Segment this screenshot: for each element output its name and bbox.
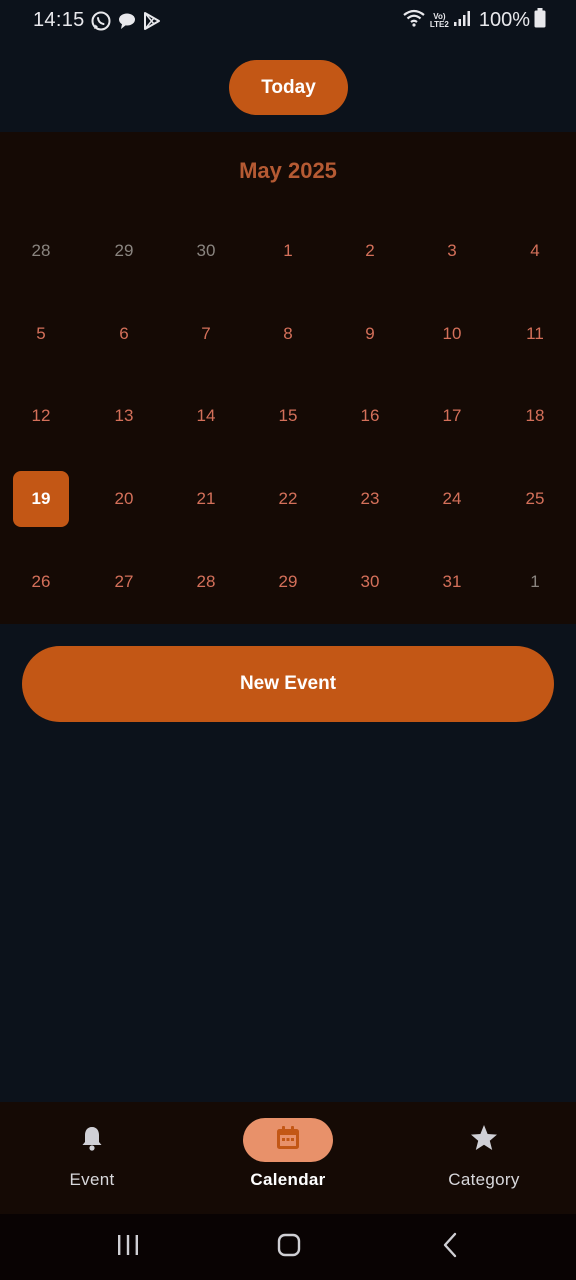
signal-icon: [453, 9, 471, 32]
back-button[interactable]: [431, 1232, 471, 1262]
calendar-day[interactable]: 9: [342, 306, 398, 362]
calendar-day[interactable]: 18: [507, 388, 563, 444]
calendar-day-outside-month[interactable]: 29: [96, 223, 152, 279]
nav-label-calendar: Calendar: [250, 1170, 326, 1189]
calendar-day[interactable]: 28: [178, 554, 234, 610]
calendar-day[interactable]: 13: [96, 388, 152, 444]
status-time: 14:15: [33, 9, 85, 31]
calendar-day[interactable]: 3: [424, 223, 480, 279]
calendar-day[interactable]: 6: [96, 306, 152, 362]
month-title: May 2025: [239, 158, 337, 183]
calendar-day[interactable]: 7: [178, 306, 234, 362]
battery-percentage: 100%: [478, 9, 530, 31]
network-label-bottom: LTE2: [429, 19, 449, 29]
whatsapp-icon: [90, 10, 112, 37]
calendar-day[interactable]: 23: [342, 471, 398, 527]
recent-apps-button[interactable]: [108, 1232, 148, 1262]
calendar-day-selected[interactable]: 19: [13, 471, 69, 527]
calendar-day[interactable]: 15: [260, 388, 316, 444]
calendar-day[interactable]: 26: [13, 554, 69, 610]
calendar-day[interactable]: 20: [96, 471, 152, 527]
wifi-icon: [402, 8, 426, 33]
calendar-day-outside-month[interactable]: 1: [507, 554, 563, 610]
calendar-day[interactable]: 25: [507, 471, 563, 527]
nav-item-category[interactable]: Category: [404, 1116, 564, 1206]
battery-icon: [534, 8, 546, 33]
calendar-day[interactable]: 5: [13, 306, 69, 362]
status-app-icons: [90, 10, 162, 37]
calendar-day[interactable]: 22: [260, 471, 316, 527]
calendar-day[interactable]: 31: [424, 554, 480, 610]
today-button[interactable]: Today: [229, 60, 348, 115]
calendar-day[interactable]: 29: [260, 554, 316, 610]
back-icon: [440, 1232, 462, 1263]
calendar-day[interactable]: 8: [260, 306, 316, 362]
calendar-day[interactable]: 24: [424, 471, 480, 527]
nav-item-calendar[interactable]: Calendar: [208, 1116, 368, 1206]
nav-label-event: Event: [69, 1170, 115, 1189]
nav-item-event[interactable]: Event: [12, 1116, 172, 1206]
nav-pill-category: [439, 1118, 529, 1162]
calendar-day[interactable]: 21: [178, 471, 234, 527]
calendar-day[interactable]: 17: [424, 388, 480, 444]
chat-bubble-icon: [117, 11, 137, 36]
home-icon: [276, 1232, 302, 1263]
status-indicators: Vo) LTE2 100%: [402, 8, 546, 33]
calendar-day[interactable]: 1: [260, 223, 316, 279]
calendar-day[interactable]: 2: [342, 223, 398, 279]
system-navigation-bar: [0, 1214, 576, 1280]
calendar-day[interactable]: 30: [342, 554, 398, 610]
calendar-day[interactable]: 11: [507, 306, 563, 362]
calendar-panel: May 2025 28 29 30 1 2 3 4 5 6 7 8 9 10 11 12 13 14 15 16 17…: [0, 132, 576, 624]
calendar-day[interactable]: 10: [424, 306, 480, 362]
bell-icon: [78, 1124, 106, 1157]
nav-pill-event: [47, 1118, 137, 1162]
bottom-navigation: Event Calendar Category: [0, 1102, 576, 1214]
home-button[interactable]: [269, 1232, 309, 1262]
star-icon: [469, 1123, 499, 1158]
calendar-day-outside-month[interactable]: 28: [13, 223, 69, 279]
status-bar: 14:15 Vo) LTE2 100%: [0, 0, 576, 42]
play-store-icon: [142, 11, 162, 36]
calendar-day[interactable]: 4: [507, 223, 563, 279]
calendar-icon: [274, 1124, 302, 1157]
nav-pill-calendar: [243, 1118, 333, 1162]
calendar-day[interactable]: 27: [96, 554, 152, 610]
new-event-button[interactable]: New Event: [22, 646, 554, 722]
recent-apps-icon: [116, 1233, 140, 1262]
calendar-day-outside-month[interactable]: 30: [178, 223, 234, 279]
calendar-day[interactable]: 16: [342, 388, 398, 444]
calendar-day[interactable]: 12: [13, 388, 69, 444]
network-type: Vo) LTE2: [429, 12, 449, 29]
nav-label-category: Category: [448, 1170, 520, 1189]
calendar-day[interactable]: 14: [178, 388, 234, 444]
